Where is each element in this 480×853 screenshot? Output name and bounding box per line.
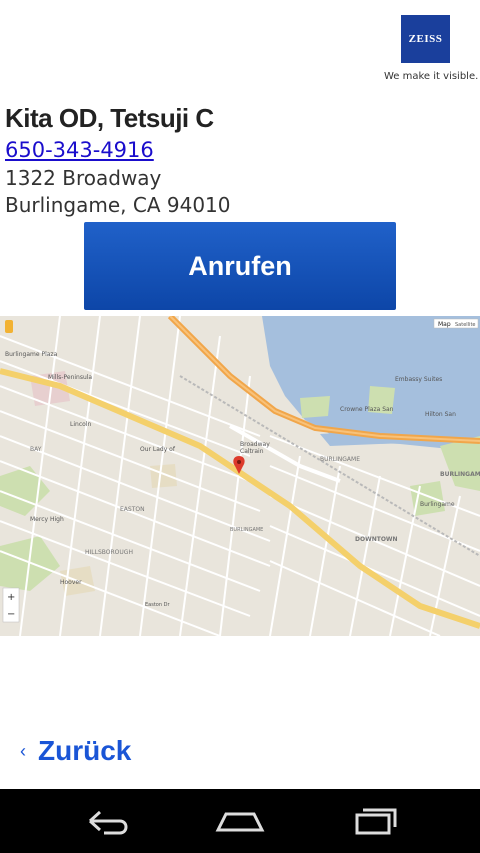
back-button[interactable]: ‹ Zurück <box>20 735 131 767</box>
back-label: Zurück <box>38 735 132 766</box>
zoom-in-button[interactable]: + <box>7 592 15 603</box>
brand-tagline: We make it visible. <box>384 71 479 82</box>
map-type-map[interactable]: Map <box>438 321 451 328</box>
street-view-icon[interactable] <box>5 320 13 333</box>
address-line-1: 1322 Broadway <box>5 166 162 190</box>
svg-text:Easton Dr: Easton Dr <box>145 602 170 608</box>
svg-text:BAY: BAY <box>30 446 42 453</box>
map-view[interactable]: BURLINGAME DOWNTOWN Broadway Caltrain HI… <box>0 316 480 636</box>
zoom-out-button[interactable]: − <box>7 609 15 620</box>
svg-text:Embassy Suites: Embassy Suites <box>395 376 442 383</box>
contact-name: Kita OD, Tetsuji C <box>5 103 214 133</box>
phone-link[interactable]: 650-343-4916 <box>5 138 154 162</box>
svg-text:Hilton San: Hilton San <box>425 411 456 418</box>
nav-home-icon[interactable] <box>210 803 270 839</box>
svg-text:Burlingame Plaza: Burlingame Plaza <box>5 351 58 358</box>
svg-text:Lincoln: Lincoln <box>70 421 91 428</box>
svg-text:Mills-Peninsula: Mills-Peninsula <box>48 374 92 381</box>
nav-recents-icon[interactable] <box>345 803 405 839</box>
svg-text:EASTON: EASTON <box>120 506 145 513</box>
map-canvas[interactable]: BURLINGAME DOWNTOWN Broadway Caltrain HI… <box>0 316 480 636</box>
svg-text:Hoover: Hoover <box>60 579 82 586</box>
svg-text:Broadway: Broadway <box>240 441 270 448</box>
svg-text:Caltrain: Caltrain <box>240 448 264 455</box>
svg-text:Burlingame: Burlingame <box>420 501 455 508</box>
zeiss-logo: ZEISS <box>401 15 450 63</box>
svg-text:DOWNTOWN: DOWNTOWN <box>355 536 398 543</box>
map-type-satellite[interactable]: Satellite <box>455 322 475 328</box>
svg-text:BURLINGAME: BURLINGAME <box>230 527 263 533</box>
svg-text:BURLINGAME: BURLINGAME <box>320 456 360 463</box>
chevron-left-icon: ‹ <box>20 740 26 761</box>
nav-back-icon[interactable] <box>78 803 138 839</box>
android-nav-bar <box>0 789 480 853</box>
svg-text:Mercy High: Mercy High <box>30 516 64 523</box>
svg-text:Crowne Plaza San: Crowne Plaza San <box>340 406 394 413</box>
logo-text: ZEISS <box>408 33 443 45</box>
call-button[interactable]: Anrufen <box>84 222 396 310</box>
svg-text:Our Lady of: Our Lady of <box>140 446 176 453</box>
address-line-2: Burlingame, CA 94010 <box>5 193 231 217</box>
svg-text:BURLINGAME: BURLINGAME <box>440 471 480 478</box>
app-header: ZEISS We make it visible. <box>0 0 480 95</box>
svg-text:HILLSBOROUGH: HILLSBOROUGH <box>85 549 133 556</box>
